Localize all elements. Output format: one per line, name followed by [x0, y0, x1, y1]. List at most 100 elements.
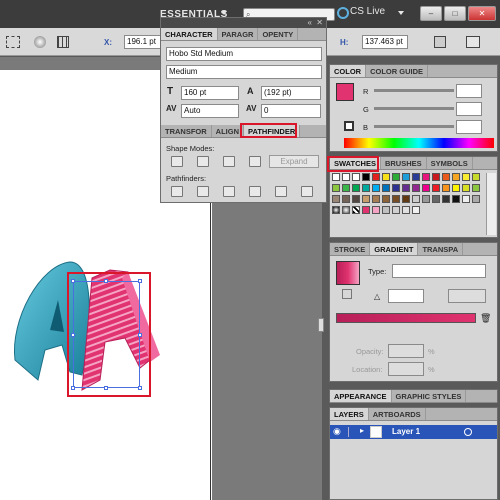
opacity-label: Opacity: — [356, 347, 384, 356]
close-icon[interactable]: ✕ — [316, 18, 323, 27]
blue-channel-field[interactable] — [456, 120, 482, 134]
expand-layer-icon[interactable]: ▸ — [360, 426, 364, 435]
layer-row[interactable]: ◉ ▸ Layer 1 — [330, 425, 497, 439]
tab-color[interactable]: COLOR — [330, 65, 367, 77]
angle-field[interactable] — [388, 289, 424, 303]
workspace-dropdown-icon[interactable] — [221, 11, 227, 15]
align-grid-icon[interactable] — [57, 36, 69, 48]
tracking-icon: AV — [246, 104, 257, 113]
minus-front-button[interactable] — [197, 156, 209, 167]
exclude-button[interactable] — [249, 156, 261, 167]
reverse-gradient-icon[interactable] — [342, 289, 352, 299]
pathfinders-label: Pathfinders: — [166, 174, 207, 183]
crop-button[interactable] — [249, 186, 261, 197]
swatches-tab-highlight — [327, 156, 379, 172]
x-label: X: — [104, 38, 112, 47]
color-tabs: COLOR COLOR GUIDE — [330, 65, 497, 78]
merge-button[interactable] — [223, 186, 235, 197]
h-label: H: — [340, 38, 349, 47]
red-channel-slider[interactable] — [374, 89, 454, 92]
tab-appearance[interactable]: APPEARANCE — [330, 390, 392, 402]
swatches-scrollbar[interactable] — [486, 173, 496, 235]
unite-button[interactable] — [171, 156, 183, 167]
intersect-button[interactable] — [223, 156, 235, 167]
tab-artboards[interactable]: ARTBOARDS — [369, 408, 426, 420]
collapse-icon[interactable]: « — [308, 18, 312, 27]
tab-transform[interactable]: TRANSFOR — [161, 125, 212, 137]
tab-symbols[interactable]: SYMBOLS — [427, 157, 473, 169]
character-tabs: CHARACTER PARAGR OPENTY — [161, 28, 326, 41]
layers-tabs: LAYERS ARTBOARDS — [330, 408, 497, 421]
tab-stroke[interactable]: STROKE — [330, 243, 371, 255]
opacity-field[interactable] — [388, 344, 424, 358]
font-size-field[interactable]: 160 pt — [181, 86, 239, 100]
aspect-ratio-field[interactable] — [448, 289, 486, 303]
pathfinder-tab-highlight — [240, 123, 297, 138]
highlight-annotation-box — [67, 272, 151, 397]
tab-character[interactable]: CHARACTER — [161, 28, 218, 40]
red-channel-label: R — [363, 87, 369, 96]
swatch-grid[interactable] — [332, 173, 484, 235]
tab-graphic-styles[interactable]: GRAPHIC STYLES — [392, 390, 467, 402]
layers-panel: LAYERS ARTBOARDS ◉ ▸ Layer 1 — [329, 407, 498, 500]
color-panel: COLOR COLOR GUIDE R G B — [329, 64, 498, 152]
tab-brushes[interactable]: BRUSHES — [381, 157, 427, 169]
type-label: Type: — [368, 267, 387, 276]
height-field[interactable]: 137.463 pt — [362, 35, 408, 49]
target-icon[interactable] — [464, 428, 472, 436]
shape-modes-label: Shape Modes: — [166, 144, 215, 153]
panel-titlebar[interactable]: « ✕ — [161, 18, 326, 28]
dock-gripper[interactable] — [318, 318, 324, 332]
green-channel-slider[interactable] — [374, 107, 454, 110]
transform-panel-icon[interactable] — [434, 36, 446, 48]
divide-button[interactable] — [171, 186, 183, 197]
stroke-swatch[interactable] — [344, 121, 354, 131]
minimize-button[interactable]: – — [420, 6, 442, 21]
recolor-icon[interactable] — [34, 36, 46, 48]
gradient-slider[interactable] — [336, 313, 476, 323]
blue-channel-slider[interactable] — [374, 125, 454, 128]
minus-back-button[interactable] — [301, 186, 313, 197]
gradient-panel: STROKE GRADIENT TRANSPA Type: △ 🗑 Opacit… — [329, 242, 498, 382]
kerning-icon: AV — [166, 104, 177, 113]
appearance-panel: APPEARANCE GRAPHIC STYLES — [329, 389, 498, 403]
tab-layers[interactable]: LAYERS — [330, 408, 369, 420]
tab-color-guide[interactable]: COLOR GUIDE — [366, 65, 429, 77]
tab-opentype[interactable]: OPENTY — [258, 28, 299, 40]
x-position-field[interactable]: 196.1 pt — [124, 35, 162, 49]
lock-icon[interactable] — [348, 427, 356, 437]
tab-paragraph[interactable]: PARAGR — [218, 28, 259, 40]
color-spectrum[interactable] — [344, 138, 494, 148]
gradient-type-select[interactable] — [392, 264, 486, 278]
font-family-select[interactable]: Hobo Std Medium — [166, 47, 322, 61]
fill-swatch[interactable] — [336, 83, 354, 101]
maximize-button[interactable]: □ — [444, 6, 466, 21]
character-pathfinder-panel: « ✕ CHARACTER PARAGR OPENTY Hobo Std Med… — [160, 17, 327, 203]
cs-live-menu[interactable]: CS Live — [350, 6, 385, 17]
gradient-tabs: STROKE GRADIENT TRANSPA — [330, 243, 497, 256]
trash-icon[interactable]: 🗑 — [480, 313, 491, 324]
isolate-icon[interactable] — [466, 36, 480, 48]
font-style-select[interactable]: Medium — [166, 65, 322, 79]
leading-icon: A — [247, 86, 254, 96]
angle-icon: △ — [374, 292, 381, 301]
font-size-icon: T — [167, 86, 174, 97]
layer-name[interactable]: Layer 1 — [392, 427, 420, 436]
tab-transparency[interactable]: TRANSPA — [418, 243, 464, 255]
outline-button[interactable] — [275, 186, 287, 197]
trim-button[interactable] — [197, 186, 209, 197]
tracking-field[interactable]: 0 — [261, 104, 321, 118]
leading-field[interactable]: (192 pt) — [261, 86, 321, 100]
cs-live-dropdown-icon[interactable] — [398, 11, 404, 15]
tab-gradient[interactable]: GRADIENT — [370, 243, 419, 255]
gradient-swatch-icon[interactable] — [336, 261, 360, 285]
transform-reference-icon[interactable] — [6, 36, 20, 48]
green-channel-field[interactable] — [456, 102, 482, 116]
expand-button[interactable]: Expand — [269, 155, 319, 168]
blue-channel-label: B — [363, 123, 369, 132]
kerning-field[interactable]: Auto — [181, 104, 239, 118]
eye-icon[interactable]: ◉ — [333, 426, 341, 437]
red-channel-field[interactable] — [456, 84, 482, 98]
location-field[interactable] — [388, 362, 424, 376]
close-button[interactable]: ✕ — [468, 6, 496, 21]
